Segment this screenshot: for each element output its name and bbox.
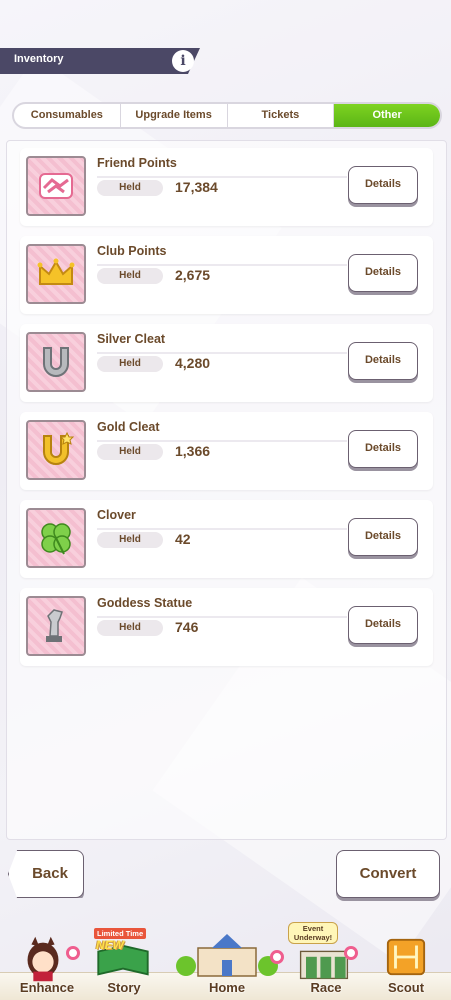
handshake-icon: [26, 156, 86, 216]
convert-button[interactable]: Convert: [336, 850, 440, 898]
item-name: Clover: [97, 508, 136, 522]
crown-icon: [26, 244, 86, 304]
divider: [97, 352, 347, 354]
gold-horseshoe-icon: [26, 420, 86, 480]
details-button[interactable]: Details: [348, 518, 418, 556]
notification-dot: [344, 946, 358, 960]
item-count: 4,280: [175, 355, 211, 371]
page-title: Inventory: [14, 53, 64, 65]
horse-girl-icon: [27, 936, 59, 982]
details-button[interactable]: Details: [348, 606, 418, 644]
list-item: Gold Cleat Held 1,366 Details: [20, 412, 433, 490]
nav-label: Scout: [387, 980, 425, 995]
item-count: 42: [175, 531, 191, 547]
nav-story[interactable]: Limited Time NEW Story: [88, 928, 160, 1000]
details-button[interactable]: Details: [348, 430, 418, 468]
item-count: 17,384: [175, 179, 218, 195]
silver-horseshoe-icon: [26, 332, 86, 392]
item-name: Friend Points: [97, 156, 177, 170]
category-tabs: Consumables Upgrade Items Tickets Other: [12, 102, 442, 129]
event-underway-badge: Event Underway!: [288, 922, 338, 944]
details-button[interactable]: Details: [348, 254, 418, 292]
list-item: Goddess Statue Held 746 Details: [20, 588, 433, 666]
bottom-nav: Enhance Limited Time NEW Story Home Even…: [0, 922, 451, 1000]
held-label: Held: [97, 532, 163, 548]
building-icon: [176, 934, 278, 977]
held-label: Held: [97, 620, 163, 636]
item-count: 2,675: [175, 267, 211, 283]
held-label: Held: [97, 180, 163, 196]
nav-label: Home: [208, 980, 246, 995]
item-name: Silver Cleat: [97, 332, 166, 346]
item-count: 1,366: [175, 443, 211, 459]
list-item: Clover Held 42 Details: [20, 500, 433, 578]
nav-enhance[interactable]: Enhance: [8, 928, 86, 1000]
divider: [97, 440, 347, 442]
item-count: 746: [175, 619, 199, 635]
nav-race[interactable]: Event Underway! Race: [288, 922, 364, 1000]
divider: [97, 176, 347, 178]
statue-icon: [26, 596, 86, 656]
scout-icon: [386, 938, 426, 976]
nav-scout[interactable]: Scout: [370, 928, 442, 1000]
nav-label: Race: [310, 980, 342, 995]
item-name: Club Points: [97, 244, 167, 258]
new-badge: NEW: [96, 938, 124, 952]
item-name: Gold Cleat: [97, 420, 160, 434]
divider: [97, 616, 347, 618]
held-label: Held: [97, 444, 163, 460]
held-label: Held: [97, 268, 163, 284]
list-item: Friend Points Held 17,384 Details: [20, 148, 433, 226]
tab-other[interactable]: Other: [334, 104, 440, 127]
clover-icon: [26, 508, 86, 568]
list-item: Club Points Held 2,675 Details: [20, 236, 433, 314]
notification-dot: [270, 950, 284, 964]
details-button[interactable]: Details: [348, 166, 418, 204]
nav-label: Enhance: [19, 980, 75, 995]
list-item: Silver Cleat Held 4,280 Details: [20, 324, 433, 402]
tab-consumables[interactable]: Consumables: [14, 104, 121, 127]
tab-upgrade-items[interactable]: Upgrade Items: [121, 104, 228, 127]
back-button[interactable]: Back: [8, 850, 84, 898]
details-button[interactable]: Details: [348, 342, 418, 380]
divider: [97, 528, 347, 530]
notification-dot: [66, 946, 80, 960]
nav-label: Story: [107, 980, 141, 995]
item-name: Goddess Statue: [97, 596, 193, 610]
nav-home[interactable]: Home: [172, 928, 284, 1000]
tab-tickets[interactable]: Tickets: [228, 104, 335, 127]
held-label: Held: [97, 356, 163, 372]
info-icon[interactable]: i: [172, 50, 194, 72]
divider: [97, 264, 347, 266]
